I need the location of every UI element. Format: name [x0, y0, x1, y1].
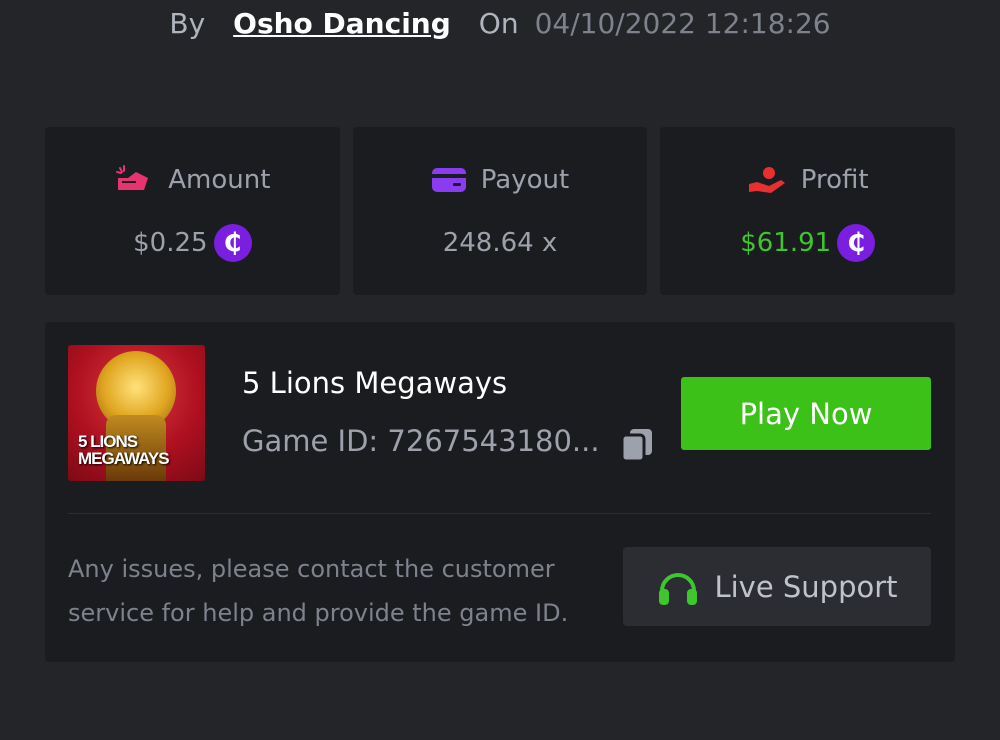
stat-amount: Amount $0.25 ₵ [45, 127, 340, 295]
bet-header: By Osho Dancing On 04/10/2022 12:18:26 [0, 0, 1000, 46]
stat-payout-value: 248.64 x [442, 228, 558, 258]
stat-payout-head: Payout [431, 163, 569, 197]
stat-amount-value: $0.25 [133, 228, 208, 258]
hand-heart-icon [748, 167, 785, 193]
thumbnail-logo: 5 LIONS MEGAWAYS [78, 432, 170, 468]
on-label: On [478, 6, 519, 40]
live-support-label: Live Support [714, 569, 898, 604]
copy-icon[interactable] [618, 426, 656, 464]
game-id: Game ID: 7267543180... [242, 424, 600, 458]
stat-profit-label: Profit [800, 165, 869, 195]
stat-profit-head: Profit [747, 163, 869, 197]
thumbnail-logo-line2: MEGAWAYS [78, 449, 170, 468]
divider [68, 513, 931, 514]
stat-amount-head: Amount [114, 163, 270, 197]
game-thumbnail[interactable]: 5 LIONS MEGAWAYS [68, 345, 205, 481]
bet-datetime: 04/10/2022 12:18:26 [534, 6, 831, 40]
amount-icon [116, 165, 149, 190]
game-title: 5 Lions Megaways [242, 366, 508, 400]
stat-payout-value-row: 248.64 x [443, 223, 558, 263]
username-link[interactable]: Osho Dancing [233, 7, 451, 40]
thumbnail-logo-line1: 5 LIONS [78, 432, 138, 451]
stat-profit-value: $61.91 [740, 228, 832, 258]
stat-profit-value-row: $61.91 ₵ [740, 223, 876, 263]
headset-icon [659, 572, 698, 605]
stat-payout: Payout 248.64 x [352, 127, 648, 295]
bet-stats: Amount $0.25 ₵ Payout 248.64 x Profit $6… [45, 127, 956, 295]
game-card: 5 LIONS MEGAWAYS 5 Lions Megaways Game I… [45, 322, 955, 662]
by-label: By [169, 6, 206, 40]
coin-icon: ₵ [837, 224, 876, 262]
stat-amount-value-row: $0.25 ₵ [133, 223, 252, 263]
stat-payout-label: Payout [480, 165, 570, 195]
play-now-button[interactable]: Play Now [681, 377, 931, 450]
live-support-button[interactable]: Live Support [623, 547, 931, 626]
card-icon [431, 168, 466, 192]
stat-amount-label: Amount [168, 165, 271, 195]
stat-profit: Profit $61.91 ₵ [660, 127, 956, 295]
help-text: Any issues, please contact the customer … [68, 555, 569, 627]
coin-icon: ₵ [213, 224, 252, 262]
